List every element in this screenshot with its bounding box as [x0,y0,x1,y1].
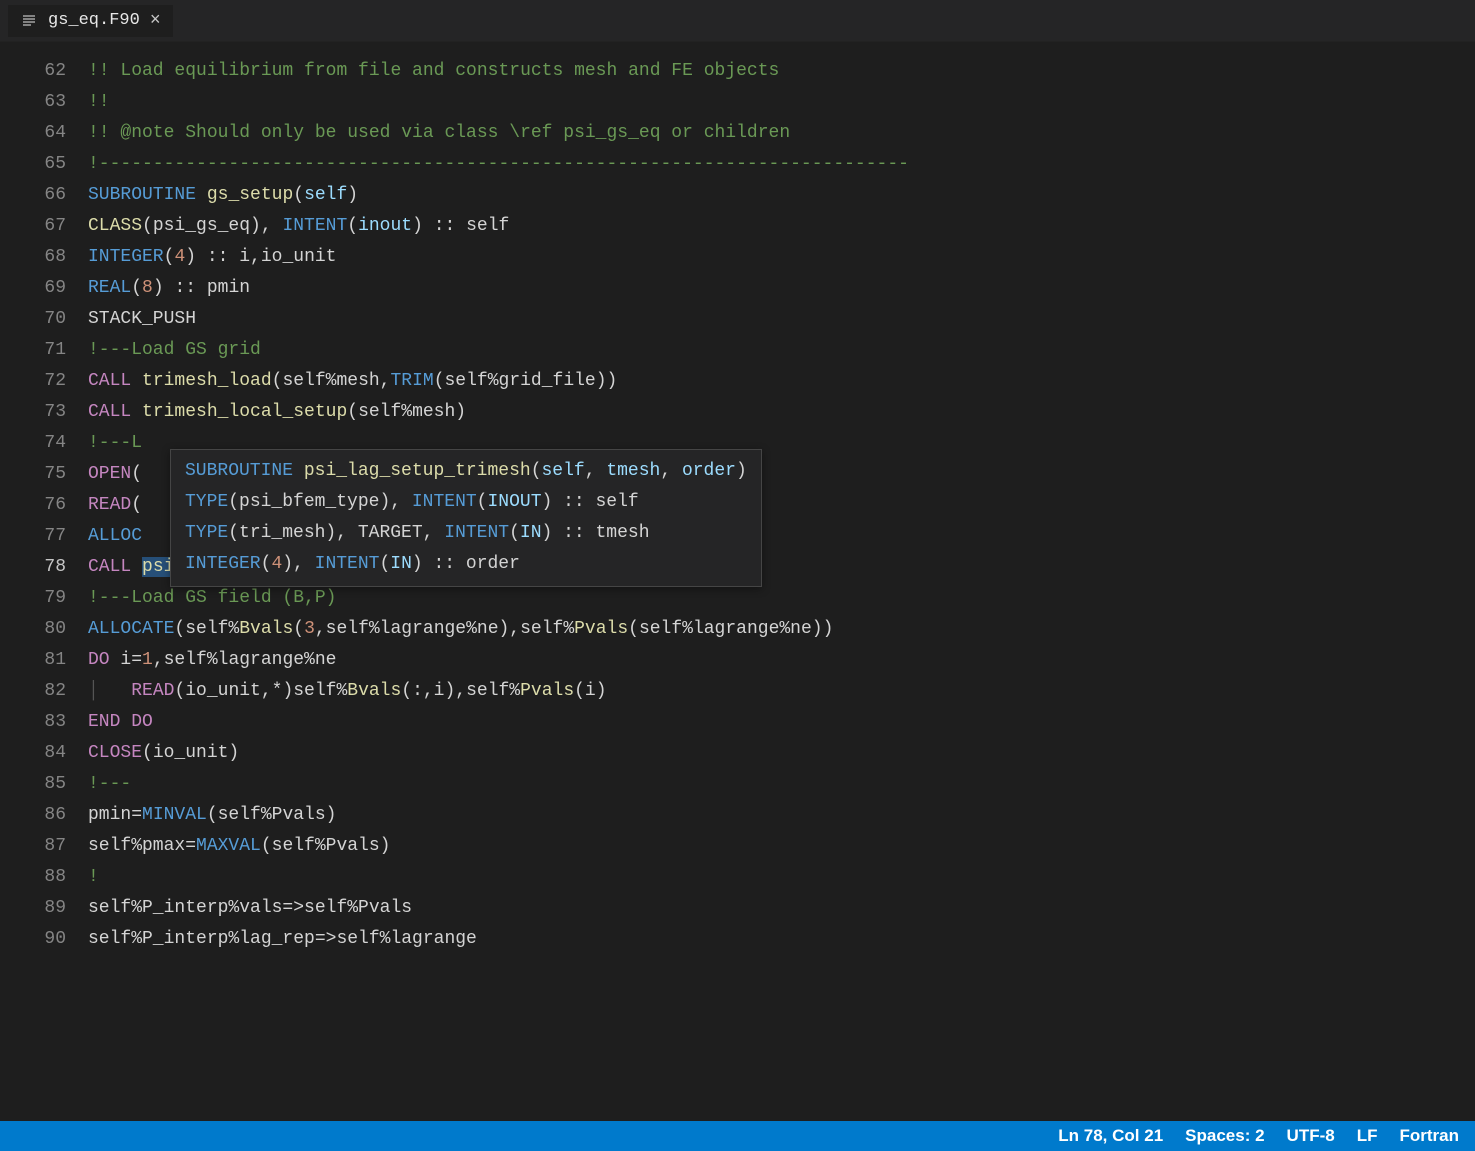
code-line[interactable]: CALL trimesh_local_setup(self%mesh) [88,397,1475,428]
tab-active[interactable]: gs_eq.F90 × [8,5,173,37]
code-line[interactable]: pmin=MINVAL(self%Pvals) [88,800,1475,831]
status-bar: Ln 78, Col 21 Spaces: 2 UTF-8 LF Fortran [0,1121,1475,1151]
code-line[interactable]: self%P_interp%vals=>self%Pvals [88,893,1475,924]
tooltip-line: INTEGER(4), INTENT(IN) :: order [185,549,747,580]
line-number: 66 [0,180,66,211]
line-number: 77 [0,521,66,552]
line-number: 71 [0,335,66,366]
code-line[interactable]: !! Load equilibrium from file and constr… [88,56,1475,87]
tooltip-line: TYPE(psi_bfem_type), INTENT(INOUT) :: se… [185,487,747,518]
code-content[interactable]: !! Load equilibrium from file and constr… [88,56,1475,1121]
close-icon[interactable]: × [150,11,161,31]
code-line[interactable]: !--- [88,769,1475,800]
line-number: 73 [0,397,66,428]
line-number: 74 [0,428,66,459]
code-line[interactable]: ! [88,862,1475,893]
line-number: 85 [0,769,66,800]
line-number-gutter: 6263646566676869707172737475767778798081… [0,56,88,1121]
tab-filename: gs_eq.F90 [48,11,140,30]
status-indentation[interactable]: Spaces: 2 [1185,1126,1264,1146]
code-line[interactable]: self%pmax=MAXVAL(self%Pvals) [88,831,1475,862]
line-number: 78 [0,552,66,583]
code-line[interactable]: CLASS(psi_gs_eq), INTENT(inout) :: self [88,211,1475,242]
signature-tooltip: SUBROUTINE psi_lag_setup_trimesh(self, t… [170,449,762,587]
line-number: 80 [0,614,66,645]
code-line[interactable]: DO i=1,self%lagrange%ne [88,645,1475,676]
code-line[interactable]: SUBROUTINE gs_setup(self) [88,180,1475,211]
line-number: 65 [0,149,66,180]
line-number: 82 [0,676,66,707]
code-line[interactable]: !! @note Should only be used via class \… [88,118,1475,149]
tab-bar: gs_eq.F90 × [0,0,1475,42]
line-number: 64 [0,118,66,149]
line-number: 81 [0,645,66,676]
line-number: 63 [0,87,66,118]
code-line[interactable]: !---Load GS field (B,P) [88,583,1475,614]
code-line[interactable]: CLOSE(io_unit) [88,738,1475,769]
line-number: 67 [0,211,66,242]
file-icon [20,12,38,30]
line-number: 89 [0,893,66,924]
tooltip-line: SUBROUTINE psi_lag_setup_trimesh(self, t… [185,456,747,487]
code-line[interactable]: !---------------------------------------… [88,149,1475,180]
line-number: 88 [0,862,66,893]
line-number: 79 [0,583,66,614]
line-number: 75 [0,459,66,490]
line-number: 70 [0,304,66,335]
code-line[interactable]: │ READ(io_unit,*)self%Bvals(:,i),self%Pv… [88,676,1475,707]
line-number: 90 [0,924,66,955]
code-line[interactable]: STACK_PUSH [88,304,1475,335]
line-number: 83 [0,707,66,738]
code-line[interactable]: END DO [88,707,1475,738]
code-line[interactable]: ALLOCATE(self%Bvals(3,self%lagrange%ne),… [88,614,1475,645]
line-number: 69 [0,273,66,304]
code-line[interactable]: !! [88,87,1475,118]
tooltip-line: TYPE(tri_mesh), TARGET, INTENT(IN) :: tm… [185,518,747,549]
code-line[interactable]: CALL trimesh_load(self%mesh,TRIM(self%gr… [88,366,1475,397]
code-line[interactable]: !---Load GS grid [88,335,1475,366]
status-eol[interactable]: LF [1357,1126,1378,1146]
line-number: 76 [0,490,66,521]
line-number: 72 [0,366,66,397]
code-line[interactable]: REAL(8) :: pmin [88,273,1475,304]
line-number: 62 [0,56,66,87]
line-number: 86 [0,800,66,831]
line-number: 87 [0,831,66,862]
editor-area[interactable]: 6263646566676869707172737475767778798081… [0,42,1475,1121]
code-line[interactable]: INTEGER(4) :: i,io_unit [88,242,1475,273]
status-encoding[interactable]: UTF-8 [1287,1126,1335,1146]
status-language[interactable]: Fortran [1400,1126,1460,1146]
line-number: 68 [0,242,66,273]
line-number: 84 [0,738,66,769]
code-line[interactable]: self%P_interp%lag_rep=>self%lagrange [88,924,1475,955]
status-position[interactable]: Ln 78, Col 21 [1058,1126,1163,1146]
